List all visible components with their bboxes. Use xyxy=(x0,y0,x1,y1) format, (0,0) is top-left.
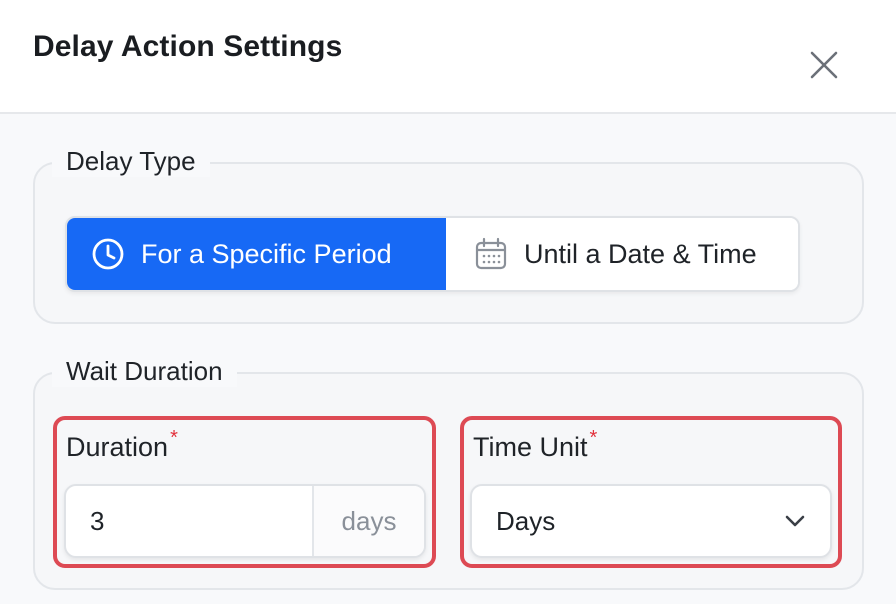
wait-duration-legend: Wait Duration xyxy=(52,356,237,387)
close-button[interactable] xyxy=(806,47,842,83)
time-unit-selected-value: Days xyxy=(496,505,556,536)
required-marker: * xyxy=(170,427,178,449)
option-date-time-label: Until a Date & Time xyxy=(524,238,757,269)
dialog-header: Delay Action Settings xyxy=(0,0,896,114)
close-icon xyxy=(810,51,838,79)
duration-label-text: Duration xyxy=(66,432,169,462)
duration-label: Duration * xyxy=(66,427,178,463)
delay-type-legend: Delay Type xyxy=(52,146,210,177)
duration-suffix: days xyxy=(312,486,424,556)
calendar-icon xyxy=(474,237,508,271)
required-marker: * xyxy=(589,427,598,449)
delay-action-settings-dialog: Delay Action Settings Delay Type For a S… xyxy=(0,0,896,604)
duration-input-group: 3 days xyxy=(64,484,426,558)
time-unit-select[interactable]: Days xyxy=(470,484,832,558)
time-unit-label: Time Unit * xyxy=(473,427,597,463)
chevron-down-icon xyxy=(760,486,830,556)
delay-type-toggle: For a Specific Period Until a Date & Tim… xyxy=(65,216,800,292)
clock-icon xyxy=(91,237,125,271)
option-date-time[interactable]: Until a Date & Time xyxy=(446,218,798,290)
duration-input[interactable]: 3 xyxy=(66,486,312,556)
time-unit-label-text: Time Unit xyxy=(473,432,588,462)
option-specific-period[interactable]: For a Specific Period xyxy=(67,218,446,290)
dialog-title: Delay Action Settings xyxy=(33,30,343,63)
option-specific-period-label: For a Specific Period xyxy=(141,238,392,269)
